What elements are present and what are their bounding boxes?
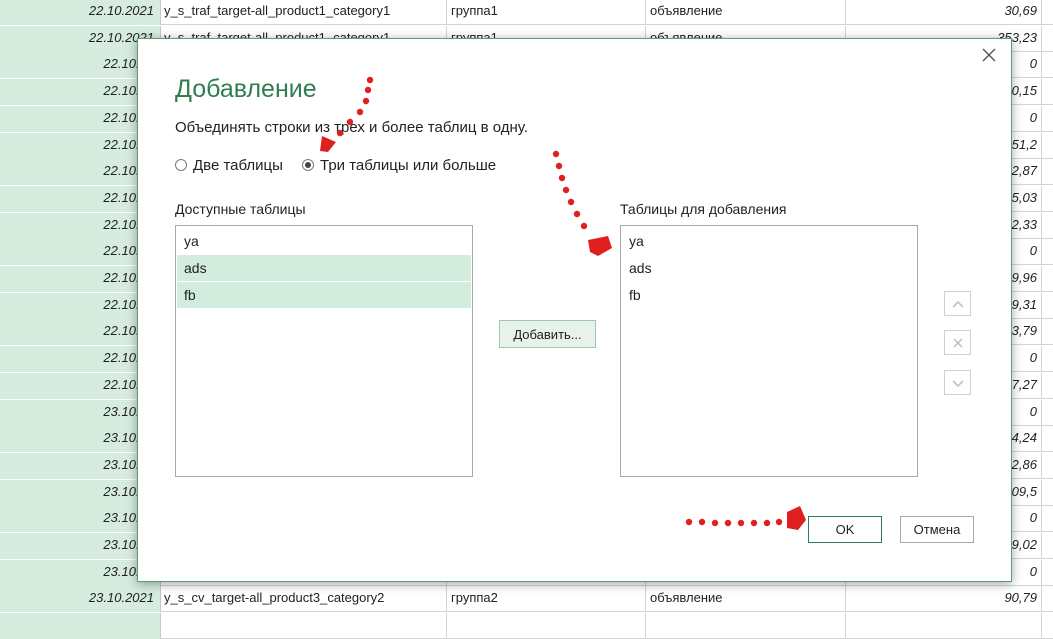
date-cell[interactable]: 23.10.2021 <box>0 586 161 613</box>
chevron-down-icon <box>951 379 964 387</box>
move-up-button[interactable] <box>944 291 971 316</box>
type-cell[interactable]: объявление <box>646 586 846 613</box>
type-cell[interactable]: объявление <box>646 0 846 25</box>
radio-two-tables[interactable]: Две таблицы <box>175 155 283 175</box>
type-cell[interactable] <box>646 613 846 639</box>
date-cell[interactable] <box>0 613 161 639</box>
ok-button[interactable]: OK <box>808 516 882 543</box>
table-row <box>0 613 1053 639</box>
remove-button[interactable] <box>944 330 971 355</box>
tables-to-append-list[interactable]: ya ads fb <box>620 225 918 477</box>
append-dialog: Добавление Объединять строки из трех и б… <box>137 38 1012 582</box>
value-cell[interactable] <box>846 613 1042 639</box>
target-table-item[interactable]: ya <box>622 228 916 254</box>
available-table-item[interactable]: fb <box>177 282 471 308</box>
radio-three-or-more-tables[interactable]: Три таблицы или больше <box>302 155 496 175</box>
value-cell[interactable]: 30,69 <box>846 0 1042 25</box>
group-cell[interactable]: группа2 <box>447 586 646 613</box>
cancel-button[interactable]: Отмена <box>900 516 974 543</box>
name-cell[interactable] <box>161 613 447 639</box>
target-table-item[interactable]: ads <box>622 255 916 281</box>
chevron-up-icon <box>951 300 964 308</box>
group-cell[interactable]: группа1 <box>447 0 646 25</box>
name-cell[interactable]: y_s_cv_target-all_product3_category2 <box>161 586 447 613</box>
available-tables-list[interactable]: ya ads fb <box>175 225 473 477</box>
tables-to-append-label: Таблицы для добавления <box>620 201 787 217</box>
available-table-item[interactable]: ya <box>177 228 471 254</box>
group-cell[interactable] <box>447 613 646 639</box>
dialog-description: Объединять строки из трех и более таблиц… <box>175 119 528 136</box>
name-cell[interactable]: y_s_traf_target-all_product1_category1 <box>161 0 447 25</box>
radio-two-label: Две таблицы <box>193 156 283 174</box>
radio-three-label: Три таблицы или больше <box>320 156 497 174</box>
available-table-item[interactable]: ads <box>177 255 471 281</box>
add-button[interactable]: Добавить... <box>499 320 596 348</box>
move-down-button[interactable] <box>944 370 971 395</box>
available-tables-label: Доступные таблицы <box>175 201 306 217</box>
close-button[interactable] <box>979 45 999 65</box>
date-cell[interactable]: 22.10.2021 <box>0 0 161 25</box>
table-row: 23.10.2021 y_s_cv_target-all_product3_cat… <box>0 586 1053 613</box>
radio-two-indicator[interactable] <box>175 159 187 171</box>
remove-icon <box>953 338 962 347</box>
target-table-item[interactable]: fb <box>622 282 916 308</box>
table-row: 22.10.2021y_s_traf_target-all_product1_c… <box>0 0 1053 25</box>
radio-three-indicator[interactable] <box>302 159 314 171</box>
dialog-title: Добавление <box>175 75 317 103</box>
value-cell[interactable]: 90,79 <box>846 586 1042 613</box>
close-icon <box>982 48 996 62</box>
